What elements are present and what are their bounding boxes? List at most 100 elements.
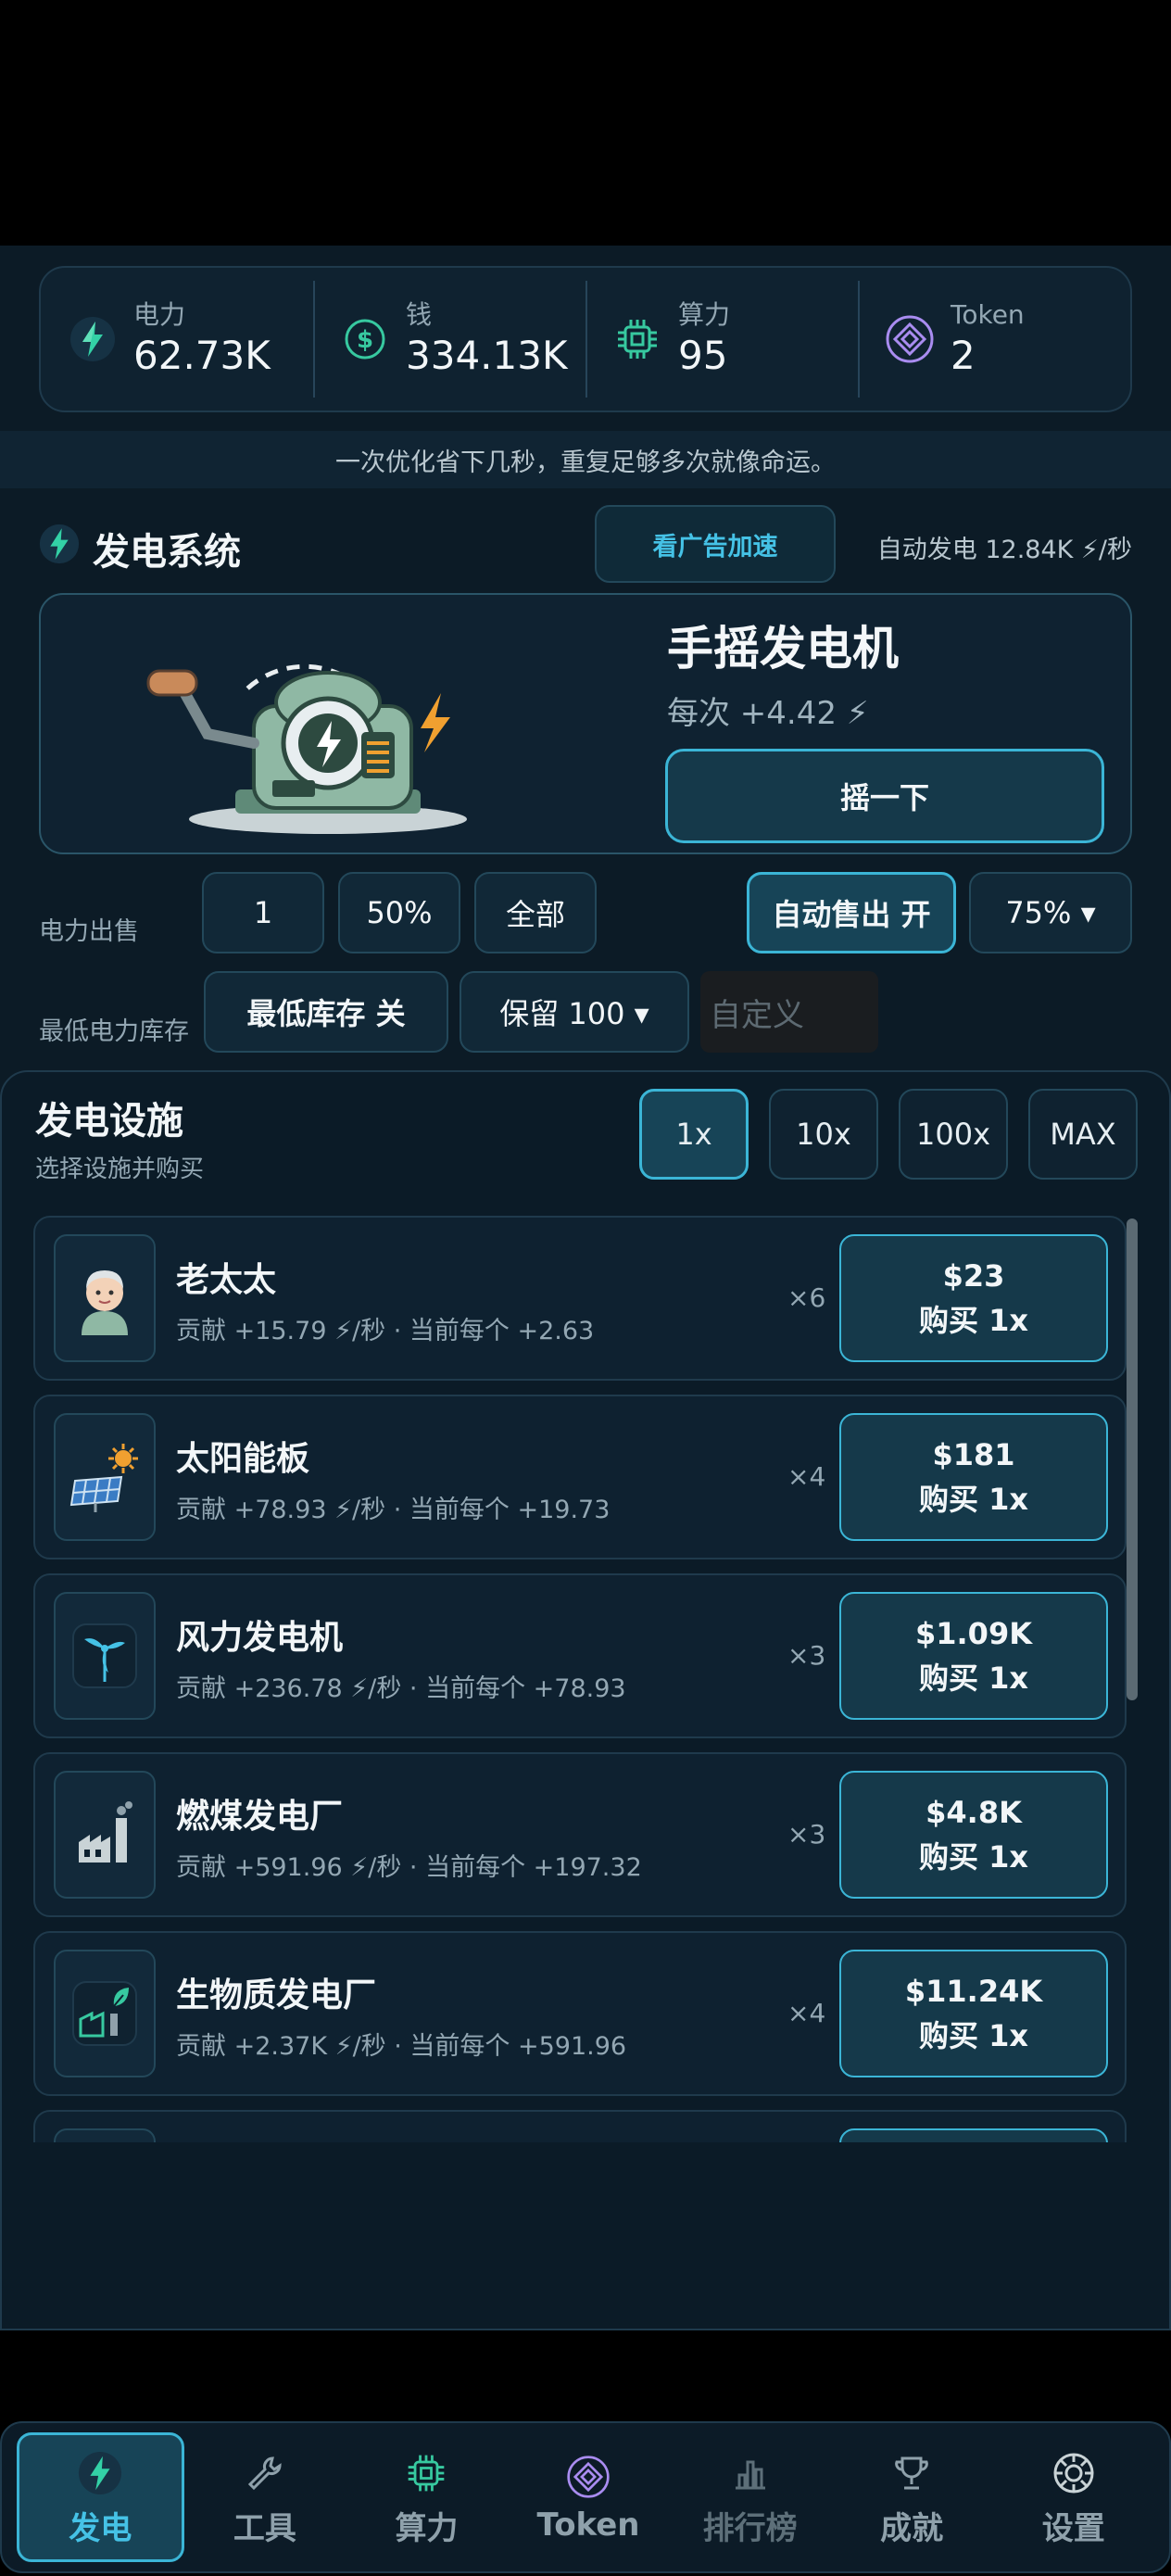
sell-half-button[interactable]: 50% bbox=[338, 872, 460, 953]
trophy-icon bbox=[891, 2447, 932, 2499]
nav-label: 算力 bbox=[395, 2509, 459, 2547]
facilities-list: 老太太 贡献 +15.79 ⚡/秒 · 当前每个 +2.63 ×6 $23 购买… bbox=[33, 1216, 1127, 2142]
nav-item-tools[interactable]: 工具 bbox=[184, 2432, 346, 2562]
reserve-custom-input[interactable]: 自定义 bbox=[700, 971, 878, 1053]
facility-desc: 贡献 +2.37K ⚡/秒 · 当前每个 +591.96 bbox=[176, 2032, 627, 2061]
app-screen: 电力 62.73K $ 钱 334.13K 算力 95 Token 2 一次优化… bbox=[0, 246, 1171, 2573]
buy-facility-button[interactable]: $4.8K 购买 1x bbox=[839, 1771, 1108, 1899]
stat-power: 电力 62.73K bbox=[41, 268, 313, 410]
buy-facility-button[interactable] bbox=[839, 2128, 1108, 2142]
facility-count: ×3 bbox=[787, 1819, 826, 1850]
stat-label: 算力 bbox=[678, 299, 731, 330]
multiplier-10x-button[interactable]: 10x bbox=[769, 1089, 878, 1180]
buy-label: 购买 1x bbox=[918, 2018, 1029, 2053]
bolt-icon bbox=[39, 524, 80, 574]
facility-item: 风力发电机 贡献 +236.78 ⚡/秒 · 当前每个 +78.93 ×3 $1… bbox=[33, 1573, 1127, 1738]
multiplier-max-button[interactable]: MAX bbox=[1028, 1089, 1138, 1180]
auto-sell-percent-dropdown[interactable]: 75% ▾ bbox=[969, 872, 1132, 953]
hand-crank-generator-icon[interactable] bbox=[143, 613, 495, 845]
buy-price: $4.8K bbox=[925, 1795, 1022, 1830]
nav-label: 工具 bbox=[233, 2509, 296, 2547]
facility-item: 太阳能板 贡献 +78.93 ⚡/秒 · 当前每个 +19.73 ×4 $181… bbox=[33, 1395, 1127, 1559]
facility-count: ×6 bbox=[787, 1282, 826, 1313]
facility-desc: 贡献 +15.79 ⚡/秒 · 当前每个 +2.63 bbox=[176, 1317, 595, 1345]
token-diamond-icon bbox=[884, 313, 936, 365]
nav-item-token[interactable]: Token bbox=[508, 2432, 670, 2562]
solar-panel-icon bbox=[54, 1413, 156, 1541]
multiplier-1x-button[interactable]: 1x bbox=[639, 1089, 749, 1180]
facility-desc: 贡献 +236.78 ⚡/秒 · 当前每个 +78.93 bbox=[176, 1674, 626, 1703]
dollar-coin-icon: $ bbox=[339, 313, 391, 365]
resource-stats-bar: 电力 62.73K $ 钱 334.13K 算力 95 Token 2 bbox=[39, 266, 1132, 412]
nav-item-power[interactable]: 发电 bbox=[17, 2432, 184, 2562]
nav-item-achievements[interactable]: 成就 bbox=[831, 2432, 993, 2562]
biomass-plant-icon bbox=[54, 1950, 156, 2077]
facility-desc: 贡献 +591.96 ⚡/秒 · 当前每个 +197.32 bbox=[176, 1853, 642, 1882]
coal-plant-icon bbox=[54, 1771, 156, 1899]
nav-item-settings[interactable]: 设置 bbox=[992, 2432, 1154, 2562]
facilities-title: 发电设施 bbox=[35, 1100, 183, 1143]
generator-card: 手摇发电机 每次 +4.42 ⚡ 摇一下 bbox=[39, 593, 1132, 854]
nav-label: 发电 bbox=[69, 2509, 132, 2547]
nav-label: 设置 bbox=[1041, 2509, 1105, 2547]
bolt-icon bbox=[78, 2447, 122, 2499]
buy-label: 购买 1x bbox=[918, 1303, 1029, 1338]
buy-label: 购买 1x bbox=[918, 1661, 1029, 1696]
facility-desc: 贡献 +78.93 ⚡/秒 · 当前每个 +19.73 bbox=[176, 1496, 611, 1524]
facility-item: 燃煤发电厂 贡献 +591.96 ⚡/秒 · 当前每个 +197.32 ×3 $… bbox=[33, 1752, 1127, 1917]
facility-count: ×4 bbox=[787, 1461, 826, 1492]
facility-count: ×3 bbox=[787, 1640, 826, 1671]
crank-button[interactable]: 摇一下 bbox=[665, 749, 1104, 843]
sell-label: 电力出售 bbox=[39, 917, 139, 946]
tip-banner: 一次优化省下几秒，重复足够多次就像命运。 bbox=[0, 431, 1171, 488]
watch-ad-button[interactable]: 看广告加速 bbox=[595, 505, 836, 583]
svg-text:$: $ bbox=[357, 326, 373, 354]
bar-chart-icon bbox=[730, 2447, 771, 2499]
facilities-subtitle: 选择设施并购买 bbox=[35, 1155, 205, 1183]
facility-name: 燃煤发电厂 bbox=[176, 1798, 344, 1836]
auto-generation-rate: 自动发电 12.84K ⚡/秒 bbox=[876, 536, 1132, 564]
token-diamond-icon bbox=[566, 2451, 611, 2503]
nav-label: 成就 bbox=[880, 2509, 944, 2547]
nav-item-leaderboard[interactable]: 排行榜 bbox=[669, 2432, 831, 2562]
facility-name: 生物质发电厂 bbox=[176, 1976, 377, 2014]
buy-facility-button[interactable]: $23 购买 1x bbox=[839, 1234, 1108, 1362]
facility-item-partial bbox=[33, 2110, 1127, 2142]
nav-label: Token bbox=[536, 2507, 640, 2544]
wrench-icon bbox=[245, 2447, 285, 2499]
cpu-chip-icon bbox=[611, 313, 663, 365]
facility-name: 太阳能板 bbox=[176, 1440, 310, 1478]
wind-turbine-icon bbox=[54, 1592, 156, 1720]
reserve-keep-dropdown[interactable]: 保留 100 ▾ bbox=[460, 971, 689, 1053]
stat-value: 95 bbox=[678, 333, 728, 378]
facility-count: ×4 bbox=[787, 1998, 826, 2028]
facility-name: 风力发电机 bbox=[176, 1619, 344, 1657]
generation-title: 发电系统 bbox=[39, 522, 241, 575]
stat-label: 电力 bbox=[133, 299, 186, 330]
old-lady-icon bbox=[54, 1234, 156, 1362]
buy-label: 购买 1x bbox=[918, 1839, 1029, 1875]
generator-name: 手摇发电机 bbox=[667, 622, 899, 676]
auto-sell-toggle[interactable]: 自动售出 开 bbox=[747, 872, 956, 953]
facility-item: 老太太 贡献 +15.79 ⚡/秒 · 当前每个 +2.63 ×6 $23 购买… bbox=[33, 1216, 1127, 1381]
buy-facility-button[interactable]: $11.24K 购买 1x bbox=[839, 1950, 1108, 2077]
cpu-chip-icon bbox=[405, 2447, 447, 2499]
sell-all-button[interactable]: 全部 bbox=[474, 872, 597, 953]
bolt-icon bbox=[67, 313, 119, 365]
nav-label: 排行榜 bbox=[702, 2509, 798, 2547]
buy-facility-button[interactable]: $1.09K 购买 1x bbox=[839, 1592, 1108, 1720]
stat-value: 62.73K bbox=[133, 333, 271, 378]
buy-facility-button[interactable]: $181 购买 1x bbox=[839, 1413, 1108, 1541]
nav-item-compute[interactable]: 算力 bbox=[346, 2432, 508, 2562]
facilities-scrollbar[interactable] bbox=[1127, 1219, 1138, 1700]
facility-name: 老太太 bbox=[176, 1261, 277, 1299]
multiplier-100x-button[interactable]: 100x bbox=[899, 1089, 1008, 1180]
facility-item: 生物质发电厂 贡献 +2.37K ⚡/秒 · 当前每个 +591.96 ×4 $… bbox=[33, 1931, 1127, 2096]
stat-token: Token 2 bbox=[858, 268, 1130, 410]
min-reserve-toggle[interactable]: 最低库存 关 bbox=[204, 971, 448, 1053]
gear-icon bbox=[1051, 2447, 1096, 2499]
stat-label: 钱 bbox=[406, 299, 433, 330]
buy-price: $1.09K bbox=[914, 1616, 1032, 1651]
sell-qty-button[interactable]: 1 bbox=[202, 872, 324, 953]
reserve-label: 最低电力库存 bbox=[39, 1017, 189, 1046]
